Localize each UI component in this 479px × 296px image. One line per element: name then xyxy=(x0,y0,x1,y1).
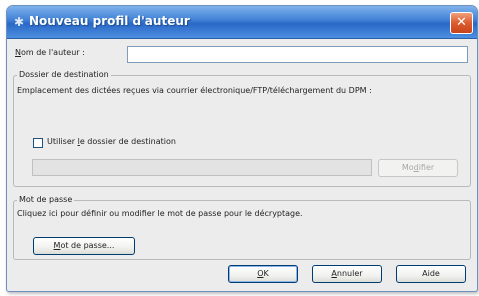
modify-label-pre: Mo xyxy=(401,163,414,172)
ok-label: K xyxy=(263,269,269,278)
modify-button: Modifier xyxy=(378,159,458,177)
modify-label-post: ifier xyxy=(418,163,435,172)
dialog-title: Nouveau profil d'auteur xyxy=(29,14,190,28)
close-button[interactable]: ✕ xyxy=(450,12,473,34)
destination-description: Emplacement des dictées reçues via courr… xyxy=(17,86,372,95)
password-description: Cliquez ici pour définir ou modifier le … xyxy=(17,209,303,218)
destination-group-title: Dossier de destination xyxy=(17,70,111,79)
title-bar[interactable]: ✱ Nouveau profil d'auteur ✕ xyxy=(7,6,477,39)
app-icon: ✱ xyxy=(13,15,25,29)
help-button[interactable]: Aide xyxy=(396,265,466,283)
dialog-window: ✱ Nouveau profil d'auteur ✕ Nom de l'aut… xyxy=(6,5,478,292)
ok-button[interactable]: OK xyxy=(228,265,298,283)
password-button-label: ot de passe... xyxy=(60,241,115,250)
cancel-label: nnuler xyxy=(336,269,363,278)
author-label-text: om de l'auteur : xyxy=(20,48,85,57)
author-name-label: Nom de l'auteur : xyxy=(15,48,85,57)
author-name-input[interactable] xyxy=(127,46,468,63)
password-group-title: Mot de passe xyxy=(17,195,75,204)
checkbox-label-post: e dossier de destination xyxy=(79,137,176,146)
use-destination-checkbox[interactable] xyxy=(33,138,43,148)
destination-path-field xyxy=(32,159,372,176)
checkbox-label-pre: Utiliser xyxy=(47,137,78,146)
cancel-button[interactable]: Annuler xyxy=(312,265,382,283)
password-button[interactable]: Mot de passe... xyxy=(33,237,135,255)
use-destination-label[interactable]: Utiliser le dossier de destination xyxy=(47,137,176,146)
